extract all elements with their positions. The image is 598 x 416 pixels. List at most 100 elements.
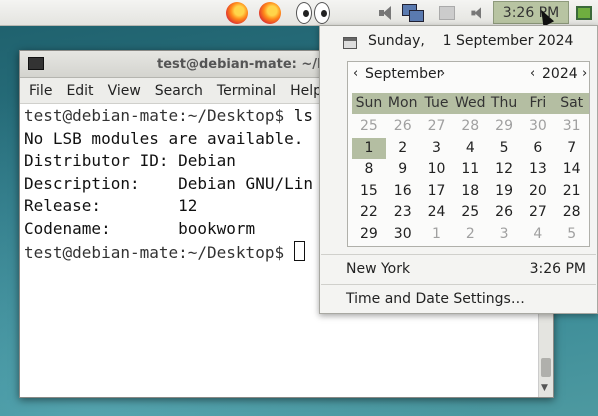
network-icon[interactable] (401, 1, 425, 24)
output-line: Description: Debian GNU/Lin (24, 173, 313, 193)
xeyes-icon[interactable] (295, 1, 331, 24)
monitor-icon[interactable] (575, 1, 593, 24)
year-label: 2024 (542, 66, 578, 82)
next-year-button[interactable]: › (582, 66, 587, 81)
calendar-day[interactable]: 9 (386, 159, 420, 181)
calendar-day[interactable]: 13 (521, 159, 555, 181)
menu-terminal[interactable]: Terminal (210, 83, 283, 99)
calendar-day[interactable]: 5 (487, 138, 521, 160)
calendar-day[interactable]: 3 (420, 138, 454, 160)
calendar-day[interactable]: 22 (352, 202, 386, 224)
output-line: Release: 12 (24, 196, 198, 216)
firefox-icon[interactable] (225, 1, 249, 24)
calendar-day[interactable]: 27 (521, 202, 555, 224)
calendar-day[interactable]: 6 (521, 138, 555, 160)
calendar-day[interactable]: 3 (487, 224, 521, 246)
output-line: Codename: bookworm (24, 218, 256, 238)
calendar-day[interactable]: 15 (352, 181, 386, 203)
terminal-icon (28, 57, 44, 70)
calendar-day[interactable]: 14 (555, 159, 589, 181)
output-line: Distributor ID: Debian (24, 151, 236, 171)
weekday-label: Mon (387, 95, 418, 111)
calendar-day[interactable]: 17 (420, 181, 454, 203)
calendar-day[interactable]: 21 (555, 181, 589, 203)
calendar-popup: Sunday, 1 September 2024 ‹ September › ‹… (319, 25, 598, 314)
calendar-day[interactable]: 26 (487, 202, 521, 224)
days-grid: 25 26 27 28 29 30 31 1 2 3 4 5 6 7 8 9 10 11 12 13 14 15 16 17 1… (352, 116, 589, 245)
prompt-path: :~/Desktop$ (178, 242, 285, 262)
calendar-week: 29 30 1 2 3 4 5 (352, 224, 589, 246)
calendar-day[interactable]: 23 (386, 202, 420, 224)
calendar-day[interactable]: 5 (555, 224, 589, 246)
month-label: September (365, 66, 443, 82)
clock-button[interactable]: 3:26 PM (493, 1, 569, 24)
menu-view[interactable]: View (101, 83, 148, 99)
menu-file[interactable]: File (22, 83, 59, 99)
calendar-day[interactable]: 24 (420, 202, 454, 224)
calendar-day[interactable]: 4 (521, 224, 555, 246)
calendar-day[interactable]: 26 (386, 116, 420, 138)
calendar-day[interactable]: 7 (555, 138, 589, 160)
calendar-day[interactable]: 28 (453, 116, 487, 138)
calendar-week: 15 16 17 18 19 20 21 (352, 181, 589, 203)
calendar-header: ‹ September › ‹ 2024 › (348, 66, 589, 86)
calendar-day[interactable]: 11 (453, 159, 487, 181)
next-month-button[interactable]: › (440, 66, 445, 81)
calendar-day[interactable]: 29 (487, 116, 521, 138)
divider (321, 254, 596, 255)
prompt-user: test@debian-mate (24, 242, 179, 262)
prev-year-button[interactable]: ‹ (530, 66, 535, 81)
calendar-day[interactable]: 2 (453, 224, 487, 246)
calendar-day[interactable]: 4 (453, 138, 487, 160)
location-name: New York (346, 261, 411, 277)
weekday-label: Wed (455, 95, 486, 111)
weekday-label: Fri (529, 95, 547, 111)
command-text: ls (284, 106, 313, 125)
calendar-day-today[interactable]: 1 (352, 137, 386, 159)
calendar-day[interactable]: 18 (453, 181, 487, 203)
calendar-day[interactable]: 8 (352, 159, 386, 181)
calendar-day[interactable]: 27 (420, 116, 454, 138)
prompt-path: :~/Desktop$ (178, 106, 285, 125)
menu-search[interactable]: Search (148, 83, 210, 99)
time-date-settings-button[interactable]: Time and Date Settings… (346, 291, 525, 307)
divider (321, 284, 596, 285)
calendar-day[interactable]: 30 (386, 224, 420, 246)
volume-icon[interactable] (467, 1, 487, 24)
calendar-day[interactable]: 19 (487, 181, 521, 203)
calendar-day[interactable]: 10 (420, 159, 454, 181)
scroll-down-icon[interactable]: ▼ (541, 383, 548, 393)
calendar-day[interactable]: 28 (555, 202, 589, 224)
calendar-day[interactable]: 31 (555, 116, 589, 138)
location-time: 3:26 PM (529, 261, 586, 277)
calendar-week: 25 26 27 28 29 30 31 (352, 116, 589, 138)
date-heading: Sunday, 1 September 2024 (343, 33, 574, 49)
calendar-grid: ‹ September › ‹ 2024 › Sun Mon Tue Wed Thu Fr… (347, 61, 590, 247)
firefox-icon[interactable] (258, 1, 282, 24)
date-heading-text: Sunday, 1 September 2024 (368, 33, 574, 49)
calendar-week: 22 23 24 25 26 27 28 (352, 202, 589, 224)
top-panel: 3:26 PM (0, 0, 598, 26)
volume-icon[interactable] (376, 1, 396, 24)
prev-month-button[interactable]: ‹ (353, 66, 358, 81)
calendar-day[interactable]: 2 (386, 138, 420, 160)
calendar-day[interactable]: 25 (352, 116, 386, 138)
calendar-week: 8 9 10 11 12 13 14 (352, 159, 589, 181)
calendar-day[interactable]: 25 (453, 202, 487, 224)
menu-edit[interactable]: Edit (59, 83, 100, 99)
weekday-label: Sun (355, 95, 383, 111)
window-title: test@debian-mate: ~/D (157, 56, 328, 72)
calendar-day[interactable]: 16 (386, 181, 420, 203)
calendar-day[interactable]: 12 (487, 159, 521, 181)
output-line: No LSB modules are available. (24, 128, 304, 148)
calendar-day[interactable]: 30 (521, 116, 555, 138)
scrollbar-thumb[interactable] (541, 358, 551, 377)
keyboard-indicator-icon[interactable] (437, 1, 457, 24)
weekday-header: Sun Mon Tue Wed Thu Fri Sat (352, 93, 589, 114)
weekday-label: Sat (560, 95, 584, 111)
calendar-day[interactable]: 1 (420, 224, 454, 246)
weekday-label: Tue (424, 95, 449, 111)
location-row[interactable]: New York 3:26 PM (346, 261, 586, 277)
calendar-day[interactable]: 20 (521, 181, 555, 203)
calendar-day[interactable]: 29 (352, 224, 386, 246)
